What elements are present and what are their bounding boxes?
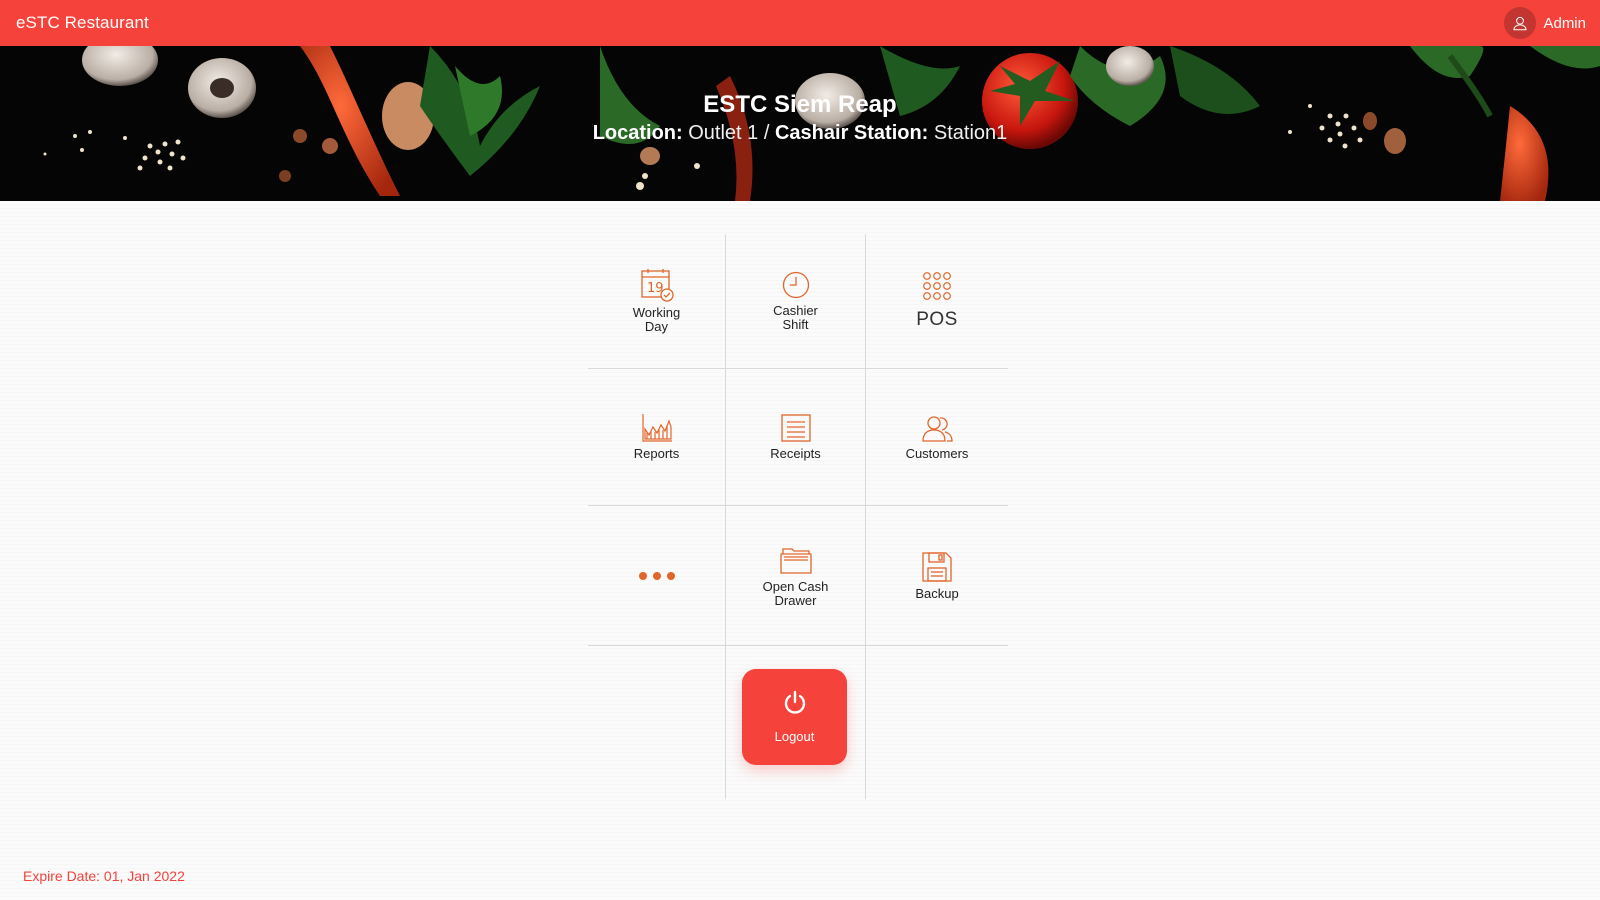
more-button[interactable] [588, 506, 725, 645]
logout-button[interactable]: Logout [742, 669, 847, 765]
users-icon [921, 413, 953, 443]
cashier-shift-label: Cashier Shift [773, 303, 818, 332]
open-cash-drawer-label: Open Cash Drawer [762, 578, 829, 608]
receipts-label: Receipts [770, 446, 821, 461]
save-icon [921, 551, 953, 583]
pos-label: POS [916, 309, 958, 330]
station-value: Station1 [933, 122, 1008, 144]
user-icon [1504, 7, 1537, 39]
app-brand[interactable]: eSTC Restaurant [16, 13, 149, 33]
location-label: Location: [592, 122, 683, 144]
open-cash-drawer-button[interactable]: Open Cash Drawer [726, 506, 865, 645]
backup-label: Backup [915, 585, 959, 601]
reports-label: Reports [633, 446, 680, 461]
folder-icon [779, 544, 813, 576]
location-info: Location: Outlet 1 / Cashair Station: St… [0, 119, 1600, 147]
customers-button[interactable]: Customers [866, 369, 1008, 505]
receipts-button[interactable]: Receipts [726, 369, 865, 505]
top-bar: eSTC Restaurant Admin [0, 0, 1600, 46]
expire-date: Expire Date: 01, Jan 2022 [23, 868, 185, 884]
power-icon [782, 690, 808, 721]
cashier-shift-button[interactable]: Cashier Shift [726, 234, 865, 368]
location-value: Outlet 1 [688, 122, 759, 144]
user-menu[interactable]: Admin [1504, 7, 1586, 39]
header-banner: ESTC Siem Reap Location: Outlet 1 / Cash… [0, 46, 1600, 201]
restaurant-name: ESTC Siem Reap [703, 91, 897, 118]
station-label: Cashair Station: [774, 122, 929, 144]
clock-icon [781, 270, 811, 300]
reports-button[interactable]: Reports [588, 369, 725, 505]
working-day-label: Working Day [632, 305, 681, 334]
logout-label: Logout [774, 729, 815, 744]
receipt-icon [780, 413, 812, 443]
backup-button[interactable]: Backup [866, 506, 1008, 645]
pos-button[interactable]: POS [866, 234, 1008, 368]
customers-label: Customers [905, 446, 969, 461]
more-icon [637, 571, 677, 581]
chart-icon [641, 413, 673, 443]
grid-divider [588, 645, 1008, 646]
calendar-icon: 19 [640, 268, 674, 302]
location-separator: / [763, 122, 770, 144]
user-name: Admin [1543, 14, 1586, 32]
grid-dots-icon [922, 271, 952, 301]
working-day-button[interactable]: 19 Working Day [588, 234, 725, 368]
